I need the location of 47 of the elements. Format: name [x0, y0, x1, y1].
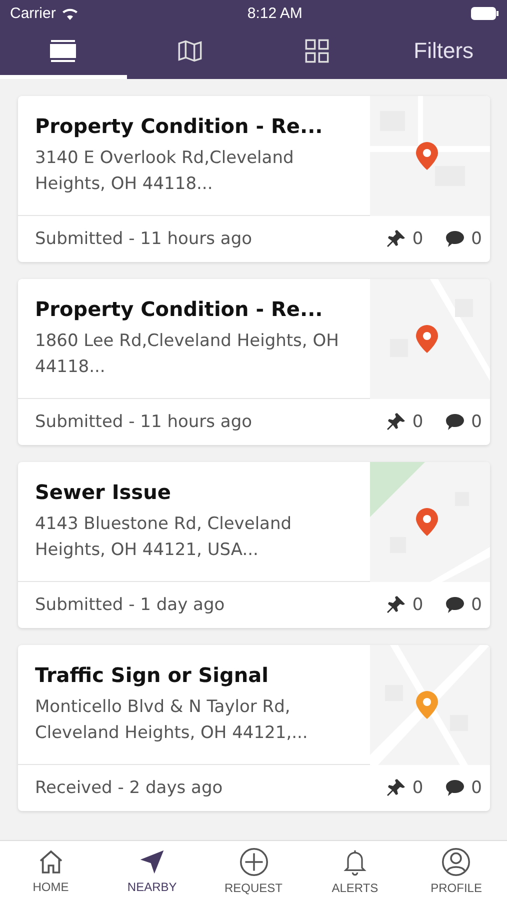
pin-count: 0	[412, 595, 424, 615]
report-card[interactable]: Traffic Sign or Signal Monticello Blvd & N Taylor Rd, Cleveland Heights, OH 44121,... Received - 2 days ago 0 0	[18, 645, 490, 811]
pin-count: 0	[412, 412, 424, 432]
nav-tab[interactable]: NEARBY	[101, 841, 203, 900]
report-address: 3140 E Overlook Rd,Cleveland Heights, OH 44118...	[35, 147, 295, 196]
report-address: Monticello Blvd & N Taylor Rd, Cleveland Heights, OH 44121,...	[35, 696, 309, 745]
report-status: Submitted - 11 hours ago	[35, 229, 254, 249]
report-title: Traffic Sign or Signal	[35, 663, 270, 687]
comment-icon	[445, 413, 466, 431]
report-title: Property Condition - Re...	[35, 297, 324, 321]
profile-icon	[441, 846, 472, 876]
comment-icon	[445, 230, 466, 248]
list-icon	[50, 39, 76, 63]
nav-tab[interactable]: REQUEST	[202, 841, 304, 900]
report-title: Sewer Issue	[35, 480, 172, 504]
clock-time: 8:12 AM	[247, 5, 302, 22]
comment-icon	[445, 596, 466, 614]
comment-count: 0	[471, 778, 482, 798]
report-address: 1860 Lee Rd,Cleveland Heights, OH 44118...	[35, 330, 340, 379]
comment-count: 0	[471, 595, 482, 615]
nav-tab[interactable]: HOME	[0, 841, 102, 900]
filters-tab[interactable]: Filters	[380, 27, 507, 79]
comment-icon	[445, 779, 466, 797]
nav-tab[interactable]: ALERTS	[304, 841, 406, 900]
nav-tab[interactable]: PROFILE	[406, 841, 507, 900]
report-address: 4143 Bluestone Rd, Cleveland Heights, OH 44121, USA...	[35, 513, 293, 562]
pushpin-icon	[386, 229, 406, 249]
battery-icon	[470, 7, 499, 20]
grid-icon	[304, 38, 330, 64]
comment-count: 0	[471, 229, 482, 249]
wifi-icon	[60, 7, 79, 20]
comment-count: 0	[471, 412, 482, 432]
map-icon	[177, 38, 204, 64]
pushpin-icon	[386, 595, 406, 615]
pin-count: 0	[412, 229, 424, 249]
report-card[interactable]: Sewer Issue 4143 Bluestone Rd, Cleveland Heights, OH 44121, USA... Submitted - 1 day ago 0 0	[18, 462, 490, 628]
pushpin-icon	[386, 778, 406, 798]
plus-circle-icon	[238, 846, 269, 876]
pin-count: 0	[412, 778, 424, 798]
report-card[interactable]: Property Condition - Re... 1860 Lee Rd,Cleveland Heights, OH 44118... Submitted - 11 hours ago 0 0	[18, 279, 490, 445]
report-card[interactable]: Property Condition - Re... 3140 E Overlook Rd,Cleveland Heights, OH 44118... Submitted - 11 hours ago 0 0	[18, 96, 490, 262]
report-status: Submitted - 11 hours ago	[35, 412, 254, 432]
report-status: Submitted - 1 day ago	[35, 595, 226, 615]
report-status: Received - 2 days ago	[35, 778, 224, 798]
report-title: Property Condition - Re...	[35, 114, 324, 138]
pushpin-icon	[386, 412, 406, 432]
carrier-name: Carrier	[10, 5, 56, 22]
